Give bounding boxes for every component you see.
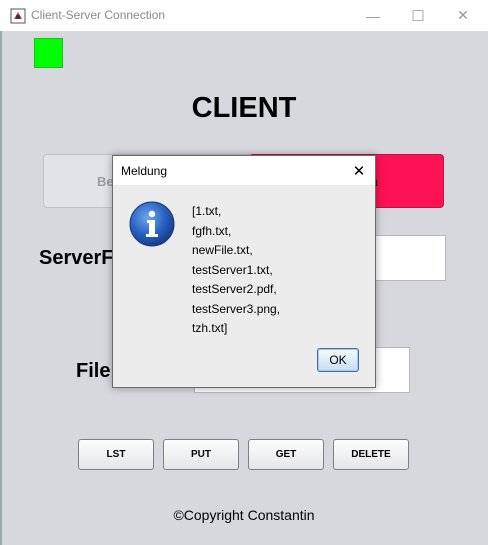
copyright-text: ©Copyright Constantin — [173, 507, 315, 523]
file-list-item: testServer2.pdf, — [192, 282, 277, 296]
delete-button[interactable]: DELETE — [333, 439, 409, 470]
file-label: File — [76, 360, 111, 382]
file-list-item: tzh.txt] — [192, 321, 228, 335]
ok-button[interactable]: OK — [317, 348, 359, 372]
file-list-item: fgfh.txt, — [192, 223, 232, 238]
dialog-close-button[interactable]: ✕ — [343, 156, 375, 185]
file-list-item: testServer3.png, — [192, 301, 281, 316]
connection-status-indicator — [34, 38, 63, 68]
dialog-message: [1.txt, fgfh.txt, newFile.txt, testServe… — [192, 202, 280, 339]
put-button[interactable]: PUT — [163, 439, 239, 470]
maximize-button[interactable]: ☐ — [395, 0, 441, 31]
java-app-icon — [10, 8, 26, 24]
window-title: Client-Server Connection — [31, 8, 166, 22]
get-button[interactable]: GET — [248, 439, 324, 470]
info-icon — [129, 201, 175, 247]
title-bar[interactable]: Client-Server Connection — ☐ ✕ — [0, 0, 488, 31]
dialog-title-bar[interactable]: Meldung ✕ — [113, 156, 375, 185]
minimize-button[interactable]: — — [350, 0, 396, 31]
page-title: CLIENT — [191, 92, 297, 124]
file-list-item: [1.txt, — [192, 204, 222, 218]
main-window: Client-Server Connection — ☐ ✕ CLIENT Be… — [0, 0, 488, 545]
close-button[interactable]: ✕ — [440, 0, 486, 31]
message-dialog: Meldung ✕ [1.txt, fgfh.txt, newFile.txt,… — [112, 155, 376, 388]
close-icon: ✕ — [352, 162, 366, 180]
server-files-label: ServerF — [39, 247, 114, 269]
file-list-item: newFile.txt, — [192, 243, 253, 257]
file-list-item: testServer1.txt, — [192, 262, 273, 277]
dialog-title: Meldung — [121, 164, 168, 178]
lst-button[interactable]: LST — [78, 439, 154, 470]
